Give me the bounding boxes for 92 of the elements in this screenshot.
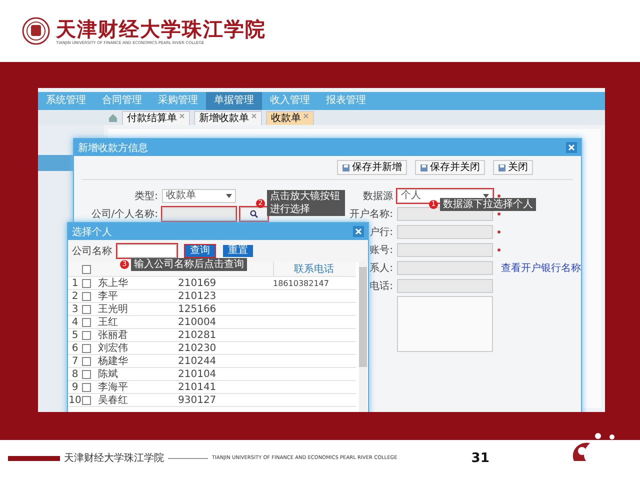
close-icon: [179, 113, 185, 119]
caret-icon: [226, 194, 232, 198]
dialog-title: 选择个人: [72, 226, 112, 238]
tooltip: 数据源下拉选择个人: [440, 198, 536, 211]
field-label: 账号:: [370, 245, 393, 256]
field-label: 公司/个人名称:: [91, 209, 158, 220]
table-cell-text: 吴春红: [97, 394, 129, 407]
table-cell-text: 210004: [178, 316, 218, 328]
school-name: 天津财经大学珠江学院: [64, 452, 164, 465]
table-cell-text: 陈斌: [97, 368, 119, 381]
search-button[interactable]: [240, 207, 268, 221]
field-label: 电话:: [370, 281, 393, 292]
row-number: 9: [70, 382, 80, 392]
home-icon: [108, 113, 118, 122]
table-cell-text: 18610382147: [273, 278, 330, 288]
table-cell-text: 东上华: [97, 276, 129, 290]
table-cell-text: 李平: [97, 290, 119, 303]
table-cell-text: 210123: [178, 290, 218, 302]
table-cell-text: 210281: [178, 330, 218, 340]
close-icon: [568, 144, 575, 151]
toolbar-button[interactable]: 关闭: [493, 160, 533, 175]
tooltip: 输入公司名称后点击查询: [131, 258, 247, 271]
checkbox[interactable]: [82, 396, 91, 404]
checkbox[interactable]: [82, 344, 91, 352]
row-number: 6: [70, 342, 80, 354]
checkbox[interactable]: [82, 292, 91, 300]
checkbox[interactable]: [82, 330, 91, 340]
row-number: 7: [70, 356, 80, 366]
input-field[interactable]: [397, 279, 493, 293]
field-label: 数据源: [363, 191, 393, 202]
table-cell-text: 930127: [178, 394, 218, 406]
table-cell-text: 210230: [178, 342, 218, 354]
nav-item[interactable]: 单据管理: [206, 92, 262, 110]
table-cell-text: 210169: [178, 278, 218, 288]
table-cell-text: 刘宏伟: [97, 342, 129, 355]
action-button[interactable]: 查询: [185, 245, 215, 257]
row-number: 5: [70, 330, 80, 340]
school-name: 天津财经大学珠江学院: [56, 18, 266, 40]
checkbox[interactable]: [82, 304, 91, 314]
row-number: 2: [70, 290, 80, 302]
row-number: 8: [70, 368, 80, 380]
search-icon: [250, 210, 258, 218]
table-cell-text: 李海平: [97, 380, 129, 394]
table-cell-text: 杨建华: [97, 354, 129, 368]
close-button[interactable]: [566, 142, 577, 153]
field-label: 开户名称:: [350, 209, 393, 220]
dropdown[interactable]: 收款单: [162, 189, 236, 203]
search-field[interactable]: [117, 244, 177, 258]
tooltip: 点击放大镜按钮进行选择: [267, 190, 345, 216]
input-field[interactable]: [397, 225, 493, 239]
checkbox[interactable]: [82, 370, 91, 378]
table-cell-text: 210104: [178, 368, 218, 380]
bank-name-link[interactable]: 查看开户银行名称: [501, 261, 581, 275]
toolbar-button[interactable]: 保存并新增: [337, 160, 407, 175]
scrollbar[interactable]: [359, 261, 367, 412]
row-number: 1: [70, 278, 80, 288]
toolbar-button[interactable]: 保存并关闭: [415, 160, 485, 175]
table-cell-text: 210244: [178, 356, 218, 366]
input-field[interactable]: [162, 207, 236, 221]
field-label: 户行:: [370, 227, 393, 238]
row-number: 10: [68, 394, 82, 406]
page-number: 31: [471, 450, 490, 466]
tab[interactable]: 新增收款单: [194, 111, 262, 125]
tab[interactable]: 收款单: [266, 111, 314, 125]
table-cell-text: 王红: [97, 316, 119, 329]
row-number: 3: [70, 304, 80, 314]
column-header: 联系电话: [273, 262, 354, 276]
checkbox[interactable]: [82, 382, 91, 392]
search-label: 公司名称: [72, 245, 112, 258]
input-field[interactable]: [397, 261, 493, 275]
table-cell-text: 125166: [178, 304, 218, 314]
input-field[interactable]: [397, 243, 493, 257]
row-number: 4: [70, 316, 80, 328]
table-cell-text: 王光明: [97, 302, 129, 316]
checkbox[interactable]: [82, 264, 91, 274]
checkbox[interactable]: [82, 318, 91, 326]
table-cell-text: 张丽君: [97, 328, 129, 342]
seal-logo-icon: [22, 17, 50, 45]
footer-bar: [8, 456, 60, 460]
checkbox[interactable]: [82, 356, 91, 366]
dialog-title: 新增收款方信息: [78, 142, 148, 154]
scrollbar-thumb[interactable]: [359, 267, 367, 367]
tab[interactable]: 付款结算单: [122, 111, 190, 125]
table-cell-text: 210141: [178, 382, 218, 392]
close-icon: [355, 228, 362, 235]
close-icon: [303, 113, 309, 119]
close-icon: [251, 113, 257, 119]
close-button[interactable]: [353, 226, 364, 237]
checkbox[interactable]: [82, 278, 91, 288]
field-label: 类型:: [134, 191, 158, 202]
action-button[interactable]: 重置: [223, 245, 253, 257]
field-label: 系人:: [370, 263, 393, 274]
